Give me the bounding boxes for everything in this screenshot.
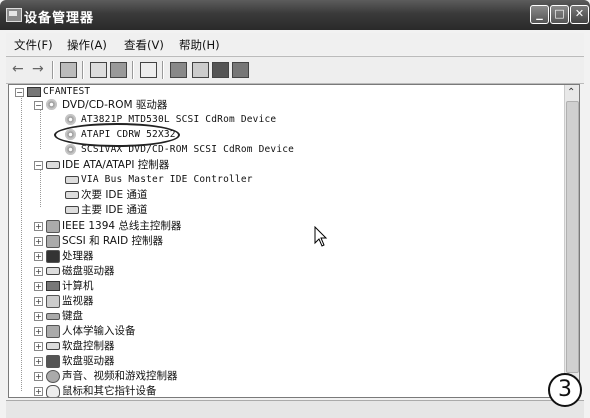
- sound-icon: [46, 370, 60, 383]
- expand-icon[interactable]: +: [34, 357, 43, 366]
- expand-icon[interactable]: +: [34, 312, 43, 321]
- expand-icon[interactable]: +: [34, 372, 43, 381]
- toolbar-separator: [162, 61, 164, 79]
- expand-icon[interactable]: +: [34, 327, 43, 336]
- scsi-icon: [46, 235, 60, 248]
- menu-view[interactable]: 查看(V): [124, 37, 164, 53]
- expand-icon[interactable]: +: [34, 252, 43, 261]
- cdrom-icon: [65, 114, 76, 125]
- toolbar-separator: [52, 61, 54, 79]
- toolbar: ← →: [6, 56, 584, 84]
- ide-icon: [46, 161, 60, 169]
- keyboard-icon: [46, 313, 60, 320]
- window-title: 设备管理器: [24, 11, 95, 26]
- cdrom-icon: [65, 144, 76, 155]
- menu-bar: 文件(F) 操作(A) 查看(V) 帮助(H): [6, 33, 584, 55]
- menu-help[interactable]: 帮助(H): [179, 37, 220, 53]
- expand-icon[interactable]: +: [34, 342, 43, 351]
- ide-icon: [65, 191, 79, 199]
- mouse-cursor-icon: [314, 226, 328, 247]
- ide-icon: [65, 176, 79, 184]
- processor-icon: [46, 250, 60, 263]
- computer-icon: [27, 87, 41, 97]
- expand-icon[interactable]: +: [34, 297, 43, 306]
- help-icon[interactable]: [140, 62, 157, 78]
- hid-icon: [46, 325, 60, 338]
- expand-icon[interactable]: +: [34, 237, 43, 246]
- expand-icon[interactable]: +: [34, 267, 43, 276]
- arrow-left-icon[interactable]: ←: [12, 62, 27, 76]
- minimize-button[interactable]: _: [530, 5, 549, 24]
- floppy-icon: [46, 355, 60, 368]
- cdrom-icon: [46, 99, 57, 110]
- device-manager-icon: [6, 8, 22, 22]
- step-marker: 3: [548, 373, 582, 407]
- collapse-icon[interactable]: −: [15, 88, 24, 97]
- close-button[interactable]: ✕: [570, 5, 589, 24]
- show-hide-tree-icon[interactable]: [60, 62, 77, 78]
- uninstall-icon[interactable]: [192, 62, 209, 78]
- toolbar-separator: [82, 61, 84, 79]
- computer-icon: [46, 281, 60, 291]
- vertical-scrollbar[interactable]: ⌃: [564, 85, 579, 397]
- firewire-icon: [46, 220, 60, 233]
- disable-icon[interactable]: [212, 62, 229, 78]
- mouse-icon: [46, 385, 60, 397]
- status-bar: [6, 400, 584, 418]
- expand-icon[interactable]: +: [34, 222, 43, 231]
- monitor-icon: [46, 295, 60, 308]
- floppy-controller-icon: [46, 342, 60, 350]
- highlight-ellipse: [54, 123, 180, 147]
- expand-icon[interactable]: +: [34, 387, 43, 396]
- maximize-button[interactable]: □: [550, 5, 569, 24]
- toolbar-separator: [132, 61, 134, 79]
- print-icon[interactable]: [110, 62, 127, 78]
- update-driver-icon[interactable]: [232, 62, 249, 78]
- scan-hardware-icon[interactable]: [170, 62, 187, 78]
- ide-icon: [65, 206, 79, 214]
- disk-icon: [46, 267, 60, 275]
- menu-file[interactable]: 文件(F): [14, 37, 53, 53]
- scrollbar-thumb[interactable]: [566, 101, 579, 373]
- collapse-icon[interactable]: −: [34, 161, 43, 170]
- title-bar: 设备管理器 _ □ ✕: [0, 0, 590, 30]
- properties-icon[interactable]: [90, 62, 107, 78]
- collapse-icon[interactable]: −: [34, 101, 43, 110]
- expand-icon[interactable]: +: [34, 282, 43, 291]
- arrow-right-icon[interactable]: →: [32, 62, 47, 76]
- scroll-up-icon[interactable]: ⌃: [567, 87, 575, 98]
- menu-action[interactable]: 操作(A): [67, 37, 107, 53]
